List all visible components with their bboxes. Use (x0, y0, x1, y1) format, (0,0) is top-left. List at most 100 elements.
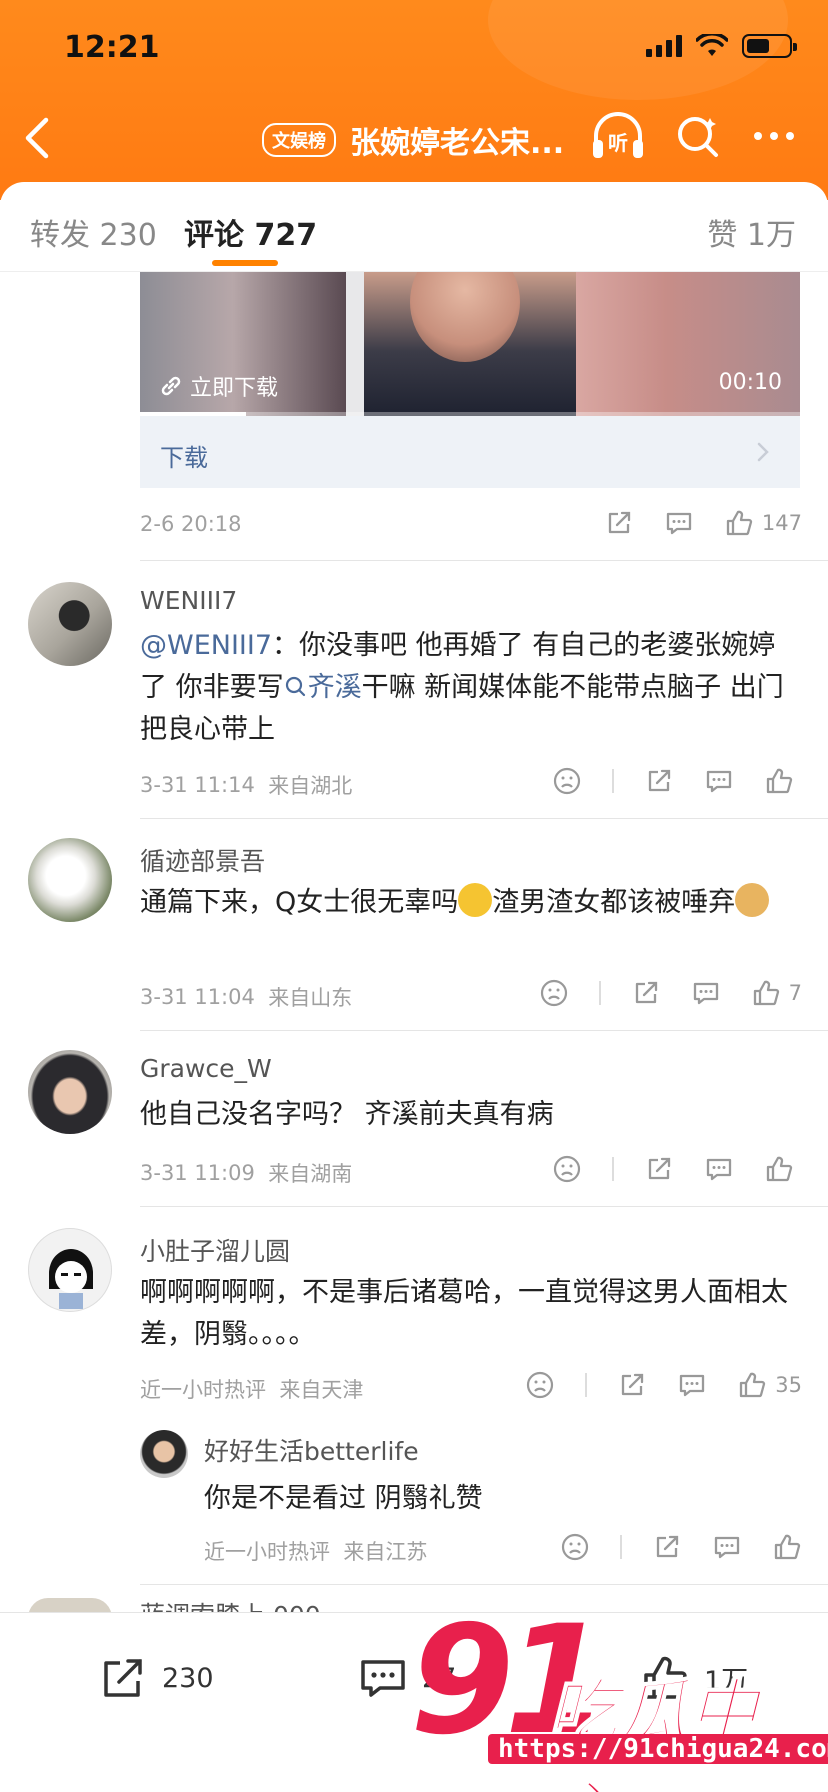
sad-face-icon[interactable] (552, 1154, 582, 1184)
status-icons (646, 34, 797, 58)
header-title-group[interactable]: 文娱榜 张婉婷老公宋... (262, 118, 564, 162)
site-watermark: 91 吃瓜中心 https://91chigua24.com (410, 1606, 828, 1792)
like-action[interactable] (764, 1154, 802, 1184)
like-count: 147 (761, 511, 802, 535)
mention-link[interactable]: @WENIII7 (140, 630, 272, 661)
comment-location: 来自湖南 (268, 1162, 353, 1186)
ranking-badge: 文娱榜 (262, 123, 336, 157)
link-icon (161, 376, 181, 396)
thumbs-up-icon (740, 1372, 766, 1398)
like-action[interactable]: 7 (751, 978, 802, 1008)
search-icon[interactable] (674, 112, 722, 160)
comment-meta: 3-31 11:14 来自湖北 (140, 770, 352, 800)
like-action[interactable] (764, 766, 802, 796)
avatar[interactable] (28, 1228, 112, 1312)
divider (140, 818, 828, 819)
comment-actions (552, 1154, 802, 1184)
comment-icon[interactable] (677, 1370, 707, 1400)
divider (140, 560, 828, 561)
instant-download-link[interactable]: 立即下载 (160, 370, 278, 402)
comment-icon[interactable] (712, 1532, 742, 1562)
headphones-listen-icon[interactable]: 听 (590, 110, 646, 162)
sad-face-icon[interactable] (560, 1532, 590, 1562)
thumbs-up-icon (753, 980, 779, 1006)
repost-button[interactable]: 230 (98, 1653, 214, 1703)
share-icon[interactable] (631, 978, 661, 1008)
video-card[interactable]: 立即下载 00:10 (140, 272, 800, 416)
reply-location: 来自江苏 (343, 1540, 428, 1564)
comment-meta: 3-31 11:04 来自山东 (140, 982, 352, 1012)
comment-icon[interactable] (691, 978, 721, 1008)
comment-icon[interactable] (704, 1154, 734, 1184)
doge-emoji-icon (735, 883, 770, 917)
comment-location: 来自天津 (279, 1378, 364, 1402)
avatar[interactable] (28, 1050, 112, 1134)
reply-meta: 近一小时热评 来自江苏 (204, 1536, 427, 1566)
comment-icon[interactable] (664, 508, 694, 538)
tab-comment[interactable]: 评论 727 (184, 210, 317, 254)
smirk-emoji-icon (458, 883, 493, 917)
divider (140, 1584, 828, 1585)
search-icon (285, 676, 305, 697)
like-action[interactable]: 35 (737, 1370, 802, 1400)
separator (585, 1373, 588, 1397)
status-time: 12:21 (64, 30, 160, 65)
like-count: 7 (788, 981, 802, 1005)
share-icon[interactable] (644, 1154, 674, 1184)
back-arrow-icon[interactable] (20, 116, 56, 160)
comment-icon (361, 1660, 405, 1697)
instant-download-label: 立即下载 (190, 376, 279, 401)
share-icon[interactable] (604, 508, 634, 538)
post-meta-row: 2-6 20:18 (140, 512, 242, 536)
comment-icon[interactable] (704, 766, 734, 796)
reply-username[interactable]: 好好生活betterlife (204, 1432, 419, 1468)
comment-username[interactable]: 小肚子溜儿圆 (140, 1232, 290, 1268)
comment-time: 3-31 11:14 (140, 773, 255, 797)
download-label: 下载 (160, 444, 208, 472)
page-title: 张婉婷老公宋... (350, 126, 565, 161)
like-count: 35 (775, 1373, 802, 1397)
topic-link[interactable]: 齐溪 (284, 672, 362, 703)
tab-repost[interactable]: 转发 230 (30, 210, 157, 254)
watermark-text: 吃瓜中心 (547, 1670, 759, 1792)
wifi-icon (696, 34, 728, 56)
comment-text: 通篇下来，Q女士很无辜吗 渣男渣女都该被唾弃 (140, 882, 800, 924)
comment-username[interactable]: WENIII7 (140, 586, 237, 615)
reply-time: 近一小时热评 (204, 1540, 330, 1564)
post-date: 2-6 20:18 (140, 512, 242, 536)
comment-actions: 35 (525, 1370, 802, 1400)
separator (598, 981, 601, 1005)
share-icon[interactable] (644, 766, 674, 796)
watermark-url: https://91chigua24.com (488, 1734, 828, 1764)
sad-face-icon[interactable] (525, 1370, 555, 1400)
comment-username[interactable]: Grawce_W (140, 1054, 272, 1083)
reply-avatar[interactable] (140, 1430, 188, 1478)
comment-time: 3-31 11:04 (140, 985, 255, 1009)
sad-face-icon[interactable] (539, 978, 569, 1008)
sad-face-icon[interactable] (552, 766, 582, 796)
avatar[interactable] (28, 582, 112, 666)
tab-like[interactable]: 赞 1万 (707, 210, 796, 254)
thumbs-up-icon[interactable] (772, 1532, 802, 1562)
more-options-icon[interactable] (754, 132, 794, 140)
reply-text: 你是不是看过 阴翳礼赞 (204, 1483, 483, 1514)
thumbs-up-icon (766, 768, 793, 794)
comment-username[interactable]: 循迹部景吾 (140, 842, 265, 878)
share-icon[interactable] (617, 1370, 647, 1400)
comment-text: @WENIII7：你没事吧 他再婚了 有自己的老婆张婉婷了 你非要写 齐溪干嘛 新… (140, 630, 784, 745)
download-bar[interactable]: 下载 (140, 416, 800, 488)
comment-actions (552, 766, 802, 796)
comment-username[interactable]: 蓝调索膝上 000 (140, 1596, 321, 1612)
share-icon (104, 1659, 142, 1697)
separator (612, 769, 614, 793)
avatar[interactable] (28, 838, 112, 922)
thumbs-up-icon (726, 510, 753, 536)
divider (140, 1030, 828, 1031)
share-icon[interactable] (652, 1532, 682, 1562)
like-action[interactable]: 147 (724, 508, 802, 538)
comment-location: 来自湖北 (268, 774, 353, 798)
comment-text: 他自己没名字吗？ 齐溪前夫真有病 (140, 1099, 554, 1130)
divider (140, 1206, 828, 1207)
post-actions: 147 (604, 508, 802, 538)
top-header: 12:21 文娱榜 张婉婷老公宋... 听 (0, 0, 828, 200)
